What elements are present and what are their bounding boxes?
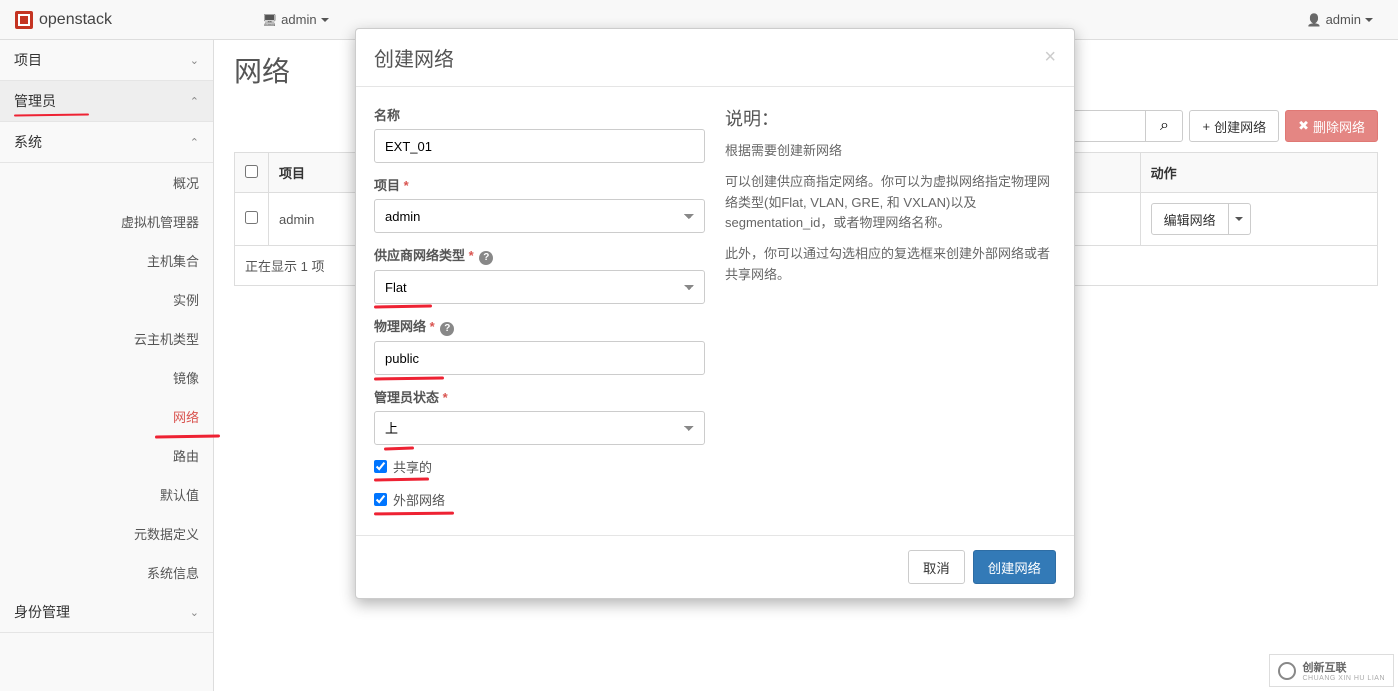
- create-network-button[interactable]: + 创建网络: [1189, 110, 1279, 142]
- label-admin-state: 管理员状态 *: [374, 387, 705, 406]
- sidebar-item-hypervisors[interactable]: 虚拟机管理器: [0, 202, 213, 241]
- row-checkbox[interactable]: [245, 211, 258, 224]
- sidebar-item-metadata[interactable]: 元数据定义: [0, 514, 213, 553]
- sidebar-item-defaults[interactable]: 默认值: [0, 475, 213, 514]
- modal-footer: 取消 创建网络: [356, 535, 1074, 598]
- caret-down-icon: [1235, 217, 1243, 221]
- watermark-logo-icon: [1278, 662, 1296, 680]
- sidebar-item-sysinfo[interactable]: 系统信息: [0, 553, 213, 592]
- select-all-checkbox[interactable]: [245, 165, 258, 178]
- search-button[interactable]: [1145, 110, 1183, 142]
- label-name: 名称: [374, 105, 705, 124]
- label-external: 外部网络: [393, 490, 445, 509]
- checkbox-shared[interactable]: [374, 460, 387, 473]
- chevron-up-icon: ⌃: [190, 95, 199, 108]
- modal-header: 创建网络 ×: [356, 29, 1074, 87]
- label-project: 项目 *: [374, 175, 705, 194]
- sidebar-group-label: 项目: [14, 50, 42, 70]
- modal-title: 创建网络: [374, 43, 454, 72]
- search-icon: [1160, 117, 1169, 135]
- description-p1: 根据需要创建新网络: [725, 141, 1056, 162]
- sidebar-group-label: 身份管理: [14, 602, 70, 622]
- cancel-button[interactable]: 取消: [908, 550, 965, 584]
- modal-form: 名称 项目 * admin 供应商网络类型 * ? Flat 物理网络 * ? …: [374, 105, 705, 517]
- chevron-up-icon: ⌃: [190, 136, 199, 149]
- modal-description: 说明： 根据需要创建新网络 可以创建供应商指定网络。你可以为虚拟网络指定物理网络…: [725, 105, 1056, 517]
- submit-button[interactable]: 创建网络: [973, 550, 1056, 584]
- watermark-text: 创新互联: [1302, 659, 1385, 675]
- screen-icon: [262, 12, 277, 27]
- sidebar-group-label: 管理员: [14, 91, 56, 111]
- description-title: 说明：: [725, 105, 1056, 131]
- plus-icon: +: [1202, 119, 1210, 134]
- sidebar-item-flavors[interactable]: 云主机类型: [0, 319, 213, 358]
- sidebar-item-instances[interactable]: 实例: [0, 280, 213, 319]
- label-physical-network: 物理网络 * ?: [374, 316, 705, 336]
- sidebar-item-routers[interactable]: 路由: [0, 436, 213, 475]
- select-project[interactable]: admin: [374, 199, 705, 233]
- close-icon[interactable]: ×: [1044, 46, 1056, 69]
- project-selector-label: admin: [281, 12, 316, 27]
- watermark-sub: CHUANG XIN HU LIAN: [1302, 675, 1385, 682]
- row-actions-dropdown[interactable]: [1229, 203, 1251, 235]
- input-name[interactable]: [374, 129, 705, 163]
- chevron-down-icon: ⌄: [190, 606, 199, 619]
- user-menu-label: admin: [1326, 12, 1361, 27]
- sidebar-group-system[interactable]: 系统 ⌃: [0, 122, 213, 163]
- x-icon: ✖: [1298, 118, 1309, 134]
- sidebar-item-host-aggregates[interactable]: 主机集合: [0, 241, 213, 280]
- help-icon[interactable]: ?: [479, 251, 493, 265]
- sidebar-item-images[interactable]: 镜像: [0, 358, 213, 397]
- input-physical-network[interactable]: [374, 341, 705, 375]
- select-provider-type[interactable]: Flat: [374, 270, 705, 304]
- label-shared: 共享的: [393, 457, 432, 476]
- select-admin-state[interactable]: 上: [374, 411, 705, 445]
- brand[interactable]: openstack: [15, 11, 112, 29]
- sidebar-group-admin[interactable]: 管理员 ⌃: [0, 81, 213, 122]
- sidebar: 项目 ⌄ 管理员 ⌃ 系统 ⌃ 概况 虚拟机管理器 主机集合 实例 云主机类型 …: [0, 40, 214, 691]
- description-p2: 可以创建供应商指定网络。你可以为虚拟网络指定物理网络类型(如Flat, VLAN…: [725, 172, 1056, 234]
- delete-network-button[interactable]: ✖ 删除网络: [1285, 110, 1378, 142]
- caret-down-icon: [1365, 18, 1373, 22]
- sidebar-item-overview[interactable]: 概况: [0, 163, 213, 202]
- edit-network-button[interactable]: 编辑网络: [1151, 203, 1229, 235]
- sidebar-group-project[interactable]: 项目 ⌄: [0, 40, 213, 81]
- user-menu[interactable]: admin: [1297, 12, 1383, 27]
- sidebar-item-networks[interactable]: 网络: [0, 397, 213, 436]
- user-icon: [1307, 12, 1322, 27]
- openstack-logo-icon: [15, 11, 33, 29]
- sidebar-group-label: 系统: [14, 132, 42, 152]
- sidebar-group-identity[interactable]: 身份管理 ⌄: [0, 592, 213, 633]
- help-icon[interactable]: ?: [440, 322, 454, 336]
- checkbox-external[interactable]: [374, 493, 387, 506]
- create-network-modal: 创建网络 × 名称 项目 * admin 供应商网络类型 * ? Flat 物理…: [355, 28, 1075, 599]
- caret-down-icon: [321, 18, 329, 22]
- watermark: 创新互联 CHUANG XIN HU LIAN: [1269, 654, 1394, 687]
- project-selector[interactable]: admin: [252, 12, 339, 27]
- col-actions: 动作: [1140, 153, 1377, 193]
- label-provider-type: 供应商网络类型 * ?: [374, 245, 705, 265]
- brand-text: openstack: [39, 11, 112, 29]
- description-p3: 此外，你可以通过勾选相应的复选框来创建外部网络或者共享网络。: [725, 244, 1056, 286]
- chevron-down-icon: ⌄: [190, 54, 199, 67]
